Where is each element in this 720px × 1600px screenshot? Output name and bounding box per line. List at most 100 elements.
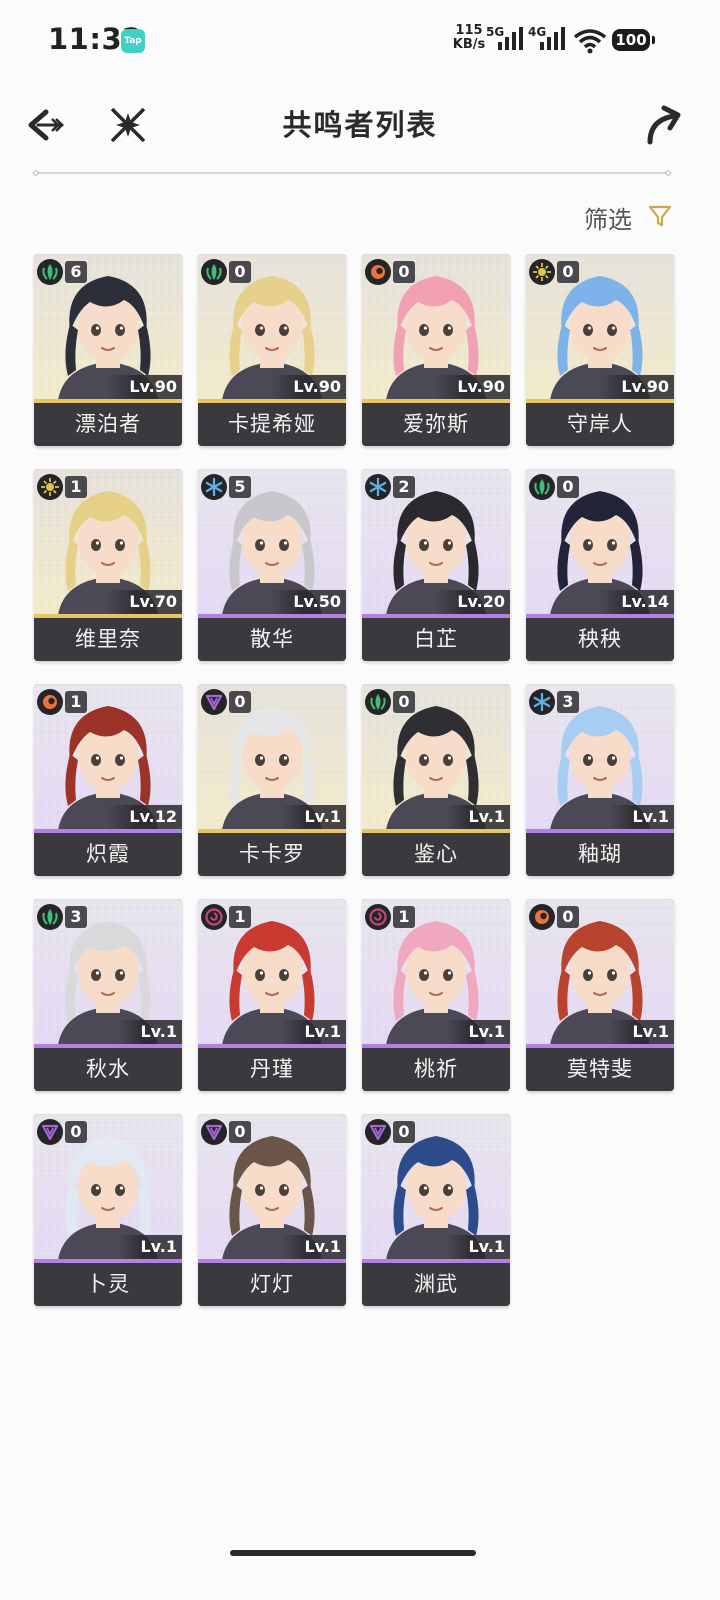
- havoc-element-icon: [201, 904, 227, 930]
- share-icon[interactable]: [640, 100, 686, 150]
- character-name: 丹瑾: [198, 1048, 346, 1091]
- character-name: 秧秧: [526, 618, 674, 661]
- sequence-badge: 3: [65, 906, 87, 928]
- level-label: Lv.50: [271, 590, 346, 614]
- battery-indicator: 100: [612, 29, 655, 51]
- resonator-card[interactable]: 0 Lv.90 爱弥斯: [362, 254, 510, 446]
- resonator-card[interactable]: 5 Lv.50 散华: [198, 469, 346, 661]
- status-bar: 11:32 Tap 115 KB/s 5G 4G 100: [0, 0, 720, 84]
- sequence-badge: 1: [65, 691, 87, 713]
- sequence-badge: 0: [229, 261, 251, 283]
- app-header: 共鸣者列表: [0, 92, 720, 156]
- header-divider: [32, 170, 672, 176]
- resonator-card[interactable]: 1 Lv.1 丹瑾: [198, 899, 346, 1091]
- sequence-badge: 6: [65, 261, 87, 283]
- resonator-card[interactable]: 0 Lv.14 秧秧: [526, 469, 674, 661]
- sequence-badge: 3: [557, 691, 579, 713]
- character-name: 散华: [198, 618, 346, 661]
- aero-element-icon: [37, 259, 63, 285]
- sequence-badge: 0: [393, 1121, 415, 1143]
- level-label: Lv.1: [446, 1020, 510, 1044]
- sequence-badge: 0: [393, 261, 415, 283]
- sequence-badge: 2: [393, 476, 415, 498]
- aero-element-icon: [201, 259, 227, 285]
- fusion-element-icon: [37, 689, 63, 715]
- sequence-badge: 0: [65, 1121, 87, 1143]
- character-name: 鉴心: [362, 833, 510, 876]
- signal-icon: [498, 27, 523, 50]
- character-name: 卡提希娅: [198, 403, 346, 446]
- filter-label: 筛选: [584, 206, 632, 234]
- resonator-card[interactable]: 0 Lv.90 守岸人: [526, 254, 674, 446]
- resonator-card[interactable]: 1 Lv.12 炽霞: [34, 684, 182, 876]
- sequence-badge: 0: [229, 691, 251, 713]
- level-label: Lv.1: [282, 805, 346, 829]
- level-label: Lv.20: [435, 590, 510, 614]
- resonator-card[interactable]: 0 Lv.1 卡卡罗: [198, 684, 346, 876]
- level-label: Lv.1: [282, 1020, 346, 1044]
- resonator-card[interactable]: 1 Lv.70 维里奈: [34, 469, 182, 661]
- sequence-badge: 0: [557, 906, 579, 928]
- character-name: 渊武: [362, 1263, 510, 1306]
- electro-element-icon: [37, 1119, 63, 1145]
- filter-funnel-icon: [648, 205, 672, 227]
- resonator-card[interactable]: 1 Lv.1 桃祈: [362, 899, 510, 1091]
- level-label: Lv.1: [118, 1235, 182, 1259]
- resonator-card[interactable]: 0 Lv.1 灯灯: [198, 1114, 346, 1306]
- character-name: 白芷: [362, 618, 510, 661]
- character-name: 守岸人: [526, 403, 674, 446]
- resonator-card[interactable]: 3 Lv.1 釉瑚: [526, 684, 674, 876]
- level-label: Lv.70: [107, 590, 182, 614]
- aero-element-icon: [529, 474, 555, 500]
- sequence-badge: 0: [229, 1121, 251, 1143]
- level-label: Lv.1: [610, 805, 674, 829]
- character-name: 维里奈: [34, 618, 182, 661]
- electro-element-icon: [201, 1119, 227, 1145]
- wifi-icon: [573, 29, 607, 54]
- sequence-badge: 0: [393, 691, 415, 713]
- character-name: 灯灯: [198, 1263, 346, 1306]
- level-label: Lv.90: [599, 375, 674, 399]
- character-name: 炽霞: [34, 833, 182, 876]
- signal-icon-2: [540, 27, 565, 50]
- sequence-badge: 5: [229, 476, 251, 498]
- resonator-card[interactable]: 6 Lv.90 漂泊者: [34, 254, 182, 446]
- level-label: Lv.1: [446, 805, 510, 829]
- glacio-element-icon: [201, 474, 227, 500]
- level-label: Lv.1: [118, 1020, 182, 1044]
- character-name: 莫特斐: [526, 1048, 674, 1091]
- resonator-card[interactable]: 0 Lv.1 渊武: [362, 1114, 510, 1306]
- character-name: 釉瑚: [526, 833, 674, 876]
- level-label: Lv.1: [446, 1235, 510, 1259]
- sequence-badge: 0: [557, 476, 579, 498]
- resonator-card[interactable]: 0 Lv.1 莫特斐: [526, 899, 674, 1091]
- level-label: Lv.90: [107, 375, 182, 399]
- level-label: Lv.1: [610, 1020, 674, 1044]
- resonator-card[interactable]: 0 Lv.90 卡提希娅: [198, 254, 346, 446]
- aero-element-icon: [365, 689, 391, 715]
- resonator-card[interactable]: 2 Lv.20 白芷: [362, 469, 510, 661]
- character-name: 卜灵: [34, 1263, 182, 1306]
- level-label: Lv.12: [107, 805, 182, 829]
- page-title: 共鸣者列表: [282, 108, 438, 142]
- glacio-element-icon: [365, 474, 391, 500]
- network-speed: 115 KB/s: [451, 24, 487, 52]
- network-speed-value: 115: [455, 23, 483, 38]
- sequence-badge: 1: [229, 906, 251, 928]
- spectro-element-icon: [529, 259, 555, 285]
- resonator-card[interactable]: 3 Lv.1 秋水: [34, 899, 182, 1091]
- aero-element-icon: [37, 904, 63, 930]
- resonator-card[interactable]: 0 Lv.1 卜灵: [34, 1114, 182, 1306]
- resonator-card[interactable]: 0 Lv.1 鉴心: [362, 684, 510, 876]
- home-indicator[interactable]: [230, 1550, 476, 1556]
- level-label: Lv.14: [599, 590, 674, 614]
- level-label: Lv.1: [282, 1235, 346, 1259]
- fusion-element-icon: [365, 259, 391, 285]
- level-label: Lv.90: [435, 375, 510, 399]
- electro-element-icon: [365, 1119, 391, 1145]
- level-label: Lv.90: [271, 375, 346, 399]
- havoc-element-icon: [365, 904, 391, 930]
- character-name: 卡卡罗: [198, 833, 346, 876]
- character-name: 桃祈: [362, 1048, 510, 1091]
- tap-app-icon: Tap: [121, 29, 145, 53]
